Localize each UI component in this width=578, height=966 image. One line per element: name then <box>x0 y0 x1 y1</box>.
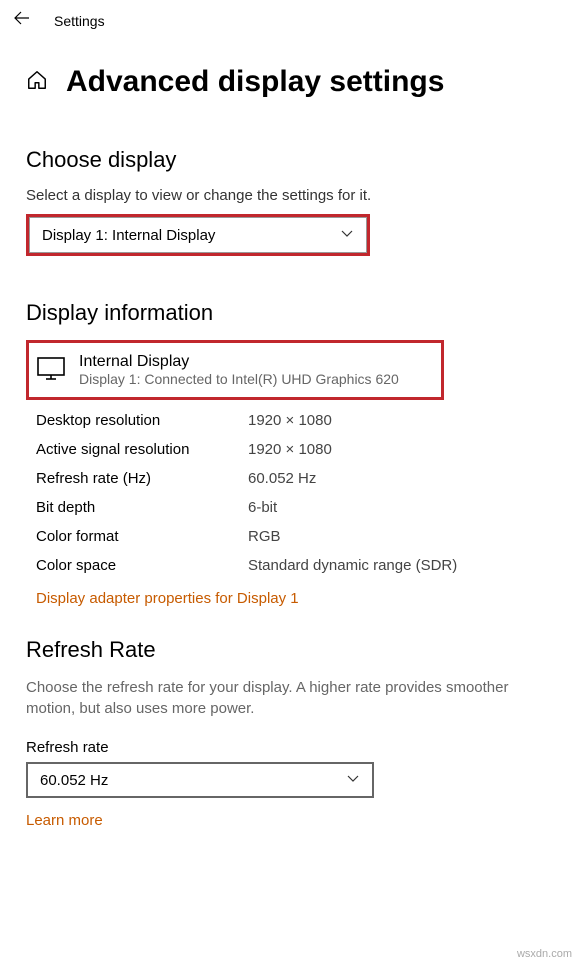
refresh-rate-selected: 60.052 Hz <box>40 772 108 789</box>
watermark: wsxdn.com <box>517 948 572 960</box>
chevron-down-icon <box>340 226 354 244</box>
chevron-down-icon <box>346 771 360 789</box>
active-resolution-value: 1920 × 1080 <box>248 441 552 458</box>
active-resolution-label: Active signal resolution <box>36 441 248 458</box>
display-card-title: Internal Display <box>79 353 399 371</box>
display-info-heading: Display information <box>26 300 552 326</box>
choose-display-dropdown[interactable]: Display 1: Internal Display <box>29 217 367 253</box>
refresh-rate-helper: Choose the refresh rate for your display… <box>26 677 552 719</box>
color-space-label: Color space <box>36 557 248 574</box>
color-format-value: RGB <box>248 528 552 545</box>
refresh-rate-heading: Refresh Rate <box>26 637 552 663</box>
page-header: Advanced display settings <box>0 41 578 119</box>
display-adapter-link[interactable]: Display adapter properties for Display 1 <box>36 590 552 607</box>
content-area: Choose display Select a display to view … <box>0 147 578 829</box>
choose-display-highlight: Display 1: Internal Display <box>26 214 370 256</box>
home-icon[interactable] <box>26 69 48 96</box>
desktop-resolution-value: 1920 × 1080 <box>248 412 552 429</box>
bit-depth-label: Bit depth <box>36 499 248 516</box>
page-title: Advanced display settings <box>66 65 444 99</box>
desktop-resolution-label: Desktop resolution <box>36 412 248 429</box>
display-card-text: Internal Display Display 1: Connected to… <box>79 353 399 387</box>
refresh-rate-dropdown[interactable]: 60.052 Hz <box>26 762 374 798</box>
color-format-label: Color format <box>36 528 248 545</box>
back-arrow-icon[interactable] <box>14 10 30 31</box>
choose-display-selected: Display 1: Internal Display <box>42 227 215 244</box>
display-card-highlight: Internal Display Display 1: Connected to… <box>26 340 444 400</box>
top-bar: Settings <box>0 0 578 41</box>
display-info-table: Desktop resolution 1920 × 1080 Active si… <box>36 412 552 574</box>
choose-display-heading: Choose display <box>26 147 552 173</box>
color-space-value: Standard dynamic range (SDR) <box>248 557 552 574</box>
refresh-rate-field-label: Refresh rate <box>26 739 552 756</box>
learn-more-link[interactable]: Learn more <box>26 812 552 829</box>
monitor-icon <box>37 356 65 385</box>
bit-depth-value: 6-bit <box>248 499 552 516</box>
choose-display-helper: Select a display to view or change the s… <box>26 187 552 204</box>
refresh-rate-label: Refresh rate (Hz) <box>36 470 248 487</box>
top-bar-title: Settings <box>54 13 105 29</box>
display-card-sub: Display 1: Connected to Intel(R) UHD Gra… <box>79 371 399 387</box>
refresh-rate-value: 60.052 Hz <box>248 470 552 487</box>
